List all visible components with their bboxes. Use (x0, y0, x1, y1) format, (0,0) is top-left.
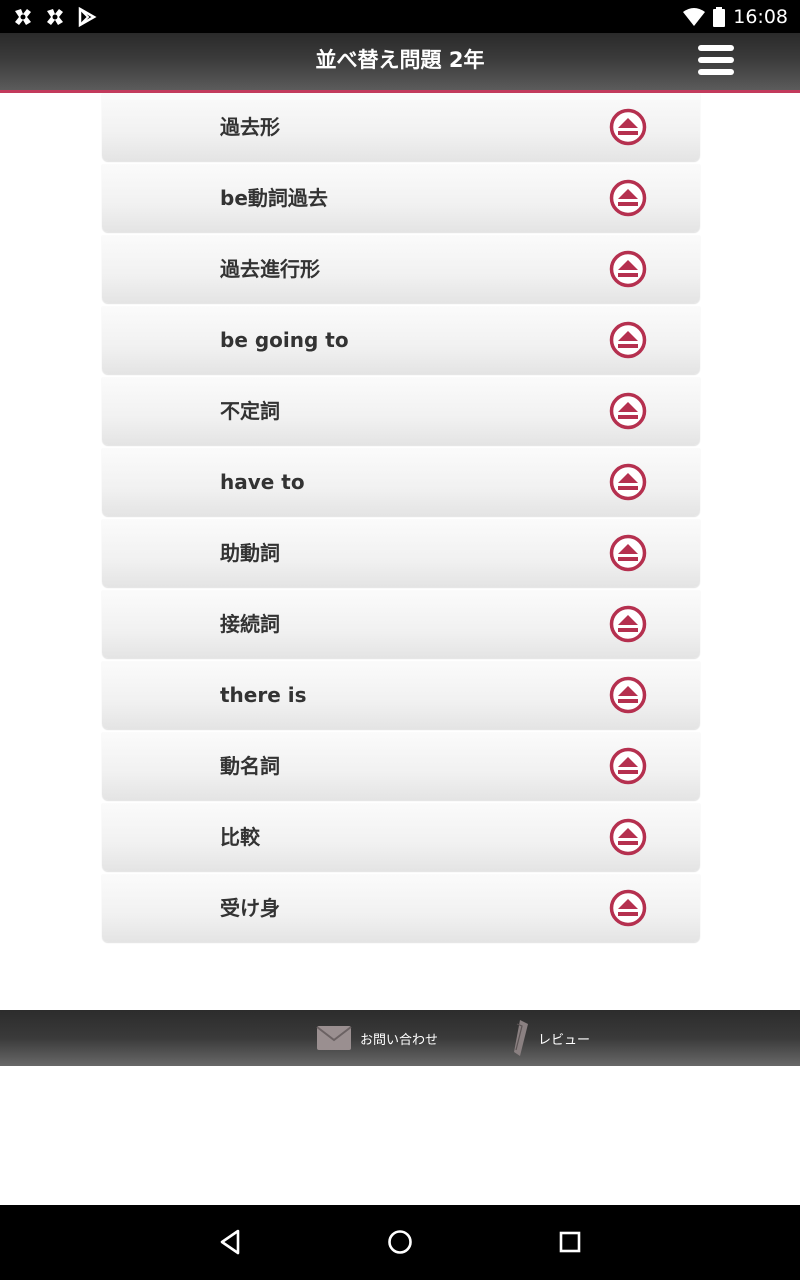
home-icon[interactable] (385, 1227, 415, 1257)
recents-icon[interactable] (555, 1227, 585, 1257)
menu-icon-bar (698, 57, 734, 63)
list-item[interactable]: there is (102, 661, 700, 729)
list-item[interactable]: 過去形 (102, 93, 700, 161)
list-item[interactable]: 不定詞 (102, 377, 700, 445)
page-title: 並べ替え問題 2年 (315, 48, 485, 72)
app-header: 並べ替え問題 2年 (0, 33, 800, 93)
expand-icon (609, 889, 647, 927)
review-button[interactable]: レビュー (510, 1010, 590, 1066)
expand-icon (609, 108, 647, 146)
list-item-label: 接続詞 (220, 612, 280, 636)
list-item-label: 過去進行形 (220, 257, 320, 281)
review-label: レビュー (538, 1032, 591, 1048)
app-notification-icon (47, 9, 63, 25)
play-store-icon (78, 6, 97, 28)
lesson-list: 過去形 be動詞過去 過去進行形 be going to 不定詞 have to… (102, 93, 700, 945)
menu-icon-bar (698, 45, 734, 51)
pencil-icon (514, 1020, 528, 1056)
list-item[interactable]: 助動詞 (102, 519, 700, 587)
expand-icon (609, 321, 647, 359)
back-icon[interactable] (216, 1227, 246, 1257)
battery-icon (713, 6, 726, 27)
list-item-label: 比較 (220, 825, 260, 849)
list-item[interactable]: be動詞過去 (102, 164, 700, 232)
menu-button[interactable] (698, 45, 734, 75)
list-item-label: 受け身 (220, 896, 280, 920)
list-item[interactable]: 受け身 (102, 874, 700, 942)
list-item-label: 過去形 (220, 115, 280, 139)
footer-bar: お問い合わせ レビュー (0, 1010, 800, 1066)
expand-icon (609, 392, 647, 430)
list-item-label: 動名詞 (220, 754, 280, 778)
expand-icon (609, 463, 647, 501)
expand-icon (609, 179, 647, 217)
navigation-bar (0, 1205, 800, 1280)
expand-icon (609, 676, 647, 714)
list-item[interactable]: have to (102, 448, 700, 516)
list-item-label: 助動詞 (220, 541, 280, 565)
clock: 16:08 (733, 5, 788, 28)
list-item-label: 不定詞 (220, 399, 280, 423)
wifi-icon (683, 7, 706, 26)
status-bar: 16:08 (0, 0, 800, 33)
list-item[interactable]: be going to (102, 306, 700, 374)
contact-label: お問い合わせ (360, 1032, 439, 1048)
contact-button[interactable]: お問い合わせ (316, 1010, 438, 1066)
expand-icon (609, 250, 647, 288)
expand-icon (609, 605, 647, 643)
mail-icon (316, 1026, 352, 1050)
expand-icon (609, 534, 647, 572)
list-item-label: be動詞過去 (220, 186, 328, 210)
list-item-label: have to (220, 470, 305, 494)
expand-icon (609, 818, 647, 856)
menu-icon-bar (698, 69, 734, 75)
list-item[interactable]: 動名詞 (102, 732, 700, 800)
list-item[interactable]: 接続詞 (102, 590, 700, 658)
list-item-label: be going to (220, 328, 349, 352)
expand-icon (609, 747, 647, 785)
app-notification-icon (15, 9, 31, 25)
list-item[interactable]: 過去進行形 (102, 235, 700, 303)
list-item-label: there is (220, 683, 307, 707)
list-item[interactable]: 比較 (102, 803, 700, 871)
